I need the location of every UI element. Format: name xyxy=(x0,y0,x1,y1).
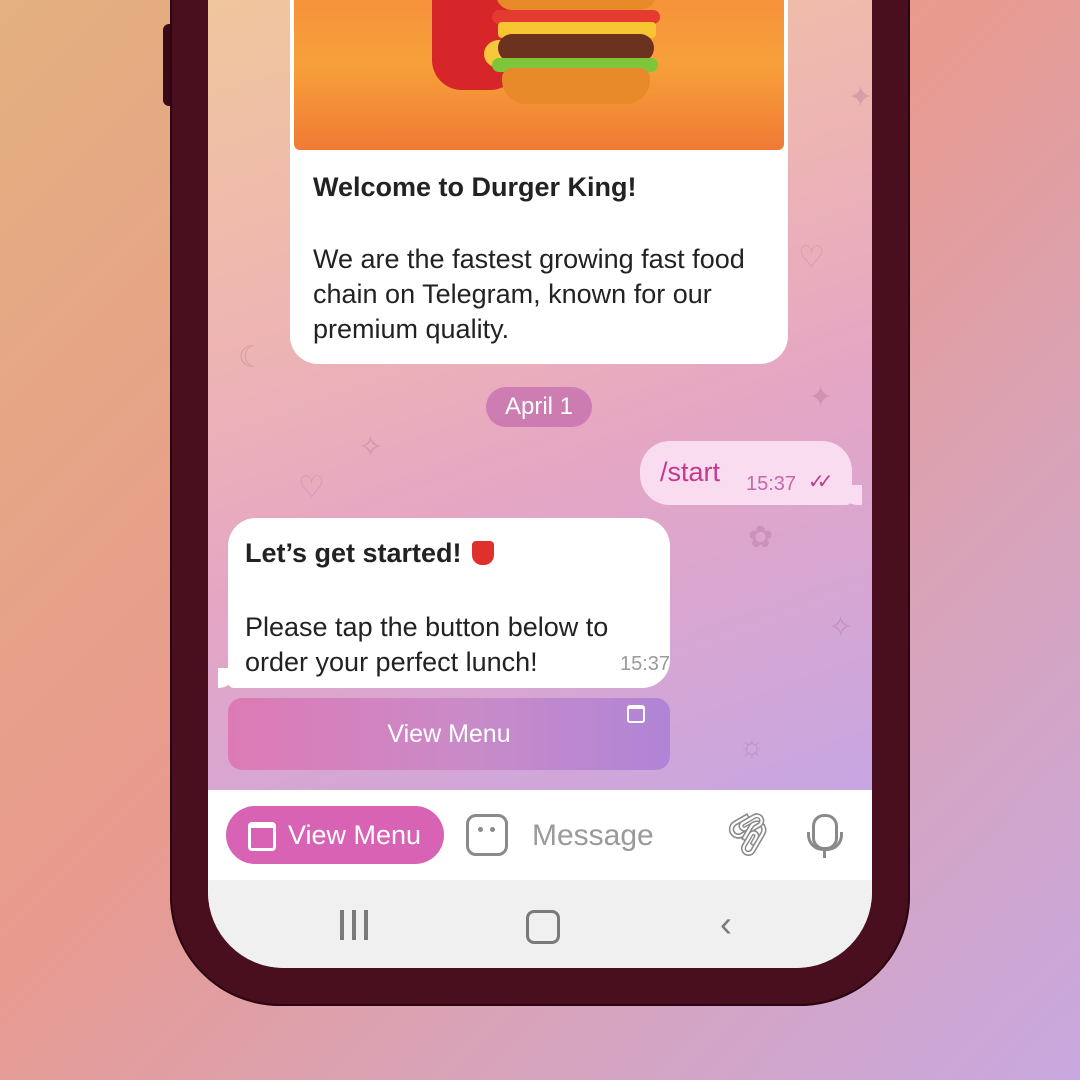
outgoing-message-time: 15:37 xyxy=(746,473,797,495)
background: ✦ ♡ ☾ ✧ ♡ ✿ ✦ ✧ ☼ Welcome to Durger King… xyxy=(0,0,1080,1080)
burger-image xyxy=(294,0,784,150)
microphone-leg xyxy=(823,850,826,858)
incoming-message-title: Let’s get started! xyxy=(245,538,462,568)
welcome-body: We are the fastest growing fast food cha… xyxy=(313,244,745,344)
message-input-bar: View Menu 🖇︎ xyxy=(208,790,872,880)
incoming-message-time: 15:37 xyxy=(620,653,671,675)
flower-doodle-icon: ✿ xyxy=(748,521,774,554)
incoming-message-body: Please tap the button below to order you… xyxy=(245,612,609,677)
view-menu-button-label: View Menu xyxy=(288,820,422,850)
moon-doodle-icon: ☾ xyxy=(238,341,265,374)
fries-emoji-icon xyxy=(471,541,494,565)
incoming-message-title-row: Let’s get started! xyxy=(245,538,494,569)
recent-apps-icon[interactable] xyxy=(340,910,370,940)
message-input[interactable] xyxy=(530,810,704,862)
date-separator: April 1 xyxy=(486,387,592,427)
sun-doodle-icon: ☼ xyxy=(738,730,766,763)
view-menu-button[interactable]: View Menu xyxy=(226,806,444,864)
heart-doodle-icon: ♡ xyxy=(298,471,325,504)
heart-doodle-icon: ♡ xyxy=(798,241,825,274)
star-doodle-icon: ✦ xyxy=(808,381,834,414)
sticker-icon[interactable] xyxy=(466,814,508,856)
microphone-stand xyxy=(807,832,843,851)
chat-area[interactable]: ✦ ♡ ☾ ✧ ♡ ✿ ✦ ✧ ☼ Welcome to Durger King… xyxy=(208,0,872,790)
back-icon[interactable]: ‹ xyxy=(720,906,732,942)
welcome-card: Welcome to Durger King! We are the faste… xyxy=(290,0,788,364)
burger-bun-bottom xyxy=(502,68,650,104)
outgoing-message[interactable]: /start 15:37 ✓✓ xyxy=(640,441,852,505)
home-icon[interactable] xyxy=(526,910,560,944)
star-doodle-icon: ✧ xyxy=(358,431,384,464)
double-check-icon: ✓✓ xyxy=(808,471,833,493)
outgoing-message-text: /start xyxy=(660,457,721,487)
incoming-message[interactable]: Let’s get started! Please tap the button… xyxy=(228,518,670,688)
star-doodle-icon: ✦ xyxy=(848,81,872,114)
view-menu-inline-button[interactable]: View Menu xyxy=(228,698,670,770)
system-nav-bar: ‹ xyxy=(208,880,872,968)
web-app-icon xyxy=(248,822,276,851)
phone-screen: ✦ ♡ ☾ ✧ ♡ ✿ ✦ ✧ ☼ Welcome to Durger King… xyxy=(208,0,872,968)
burger-bun-top xyxy=(496,0,656,10)
sparkle-doodle-icon: ✧ xyxy=(828,611,854,644)
welcome-title: Welcome to Durger King! xyxy=(313,172,637,202)
paperclip-icon[interactable]: 🖇︎ xyxy=(715,797,784,866)
web-app-icon xyxy=(627,705,645,723)
